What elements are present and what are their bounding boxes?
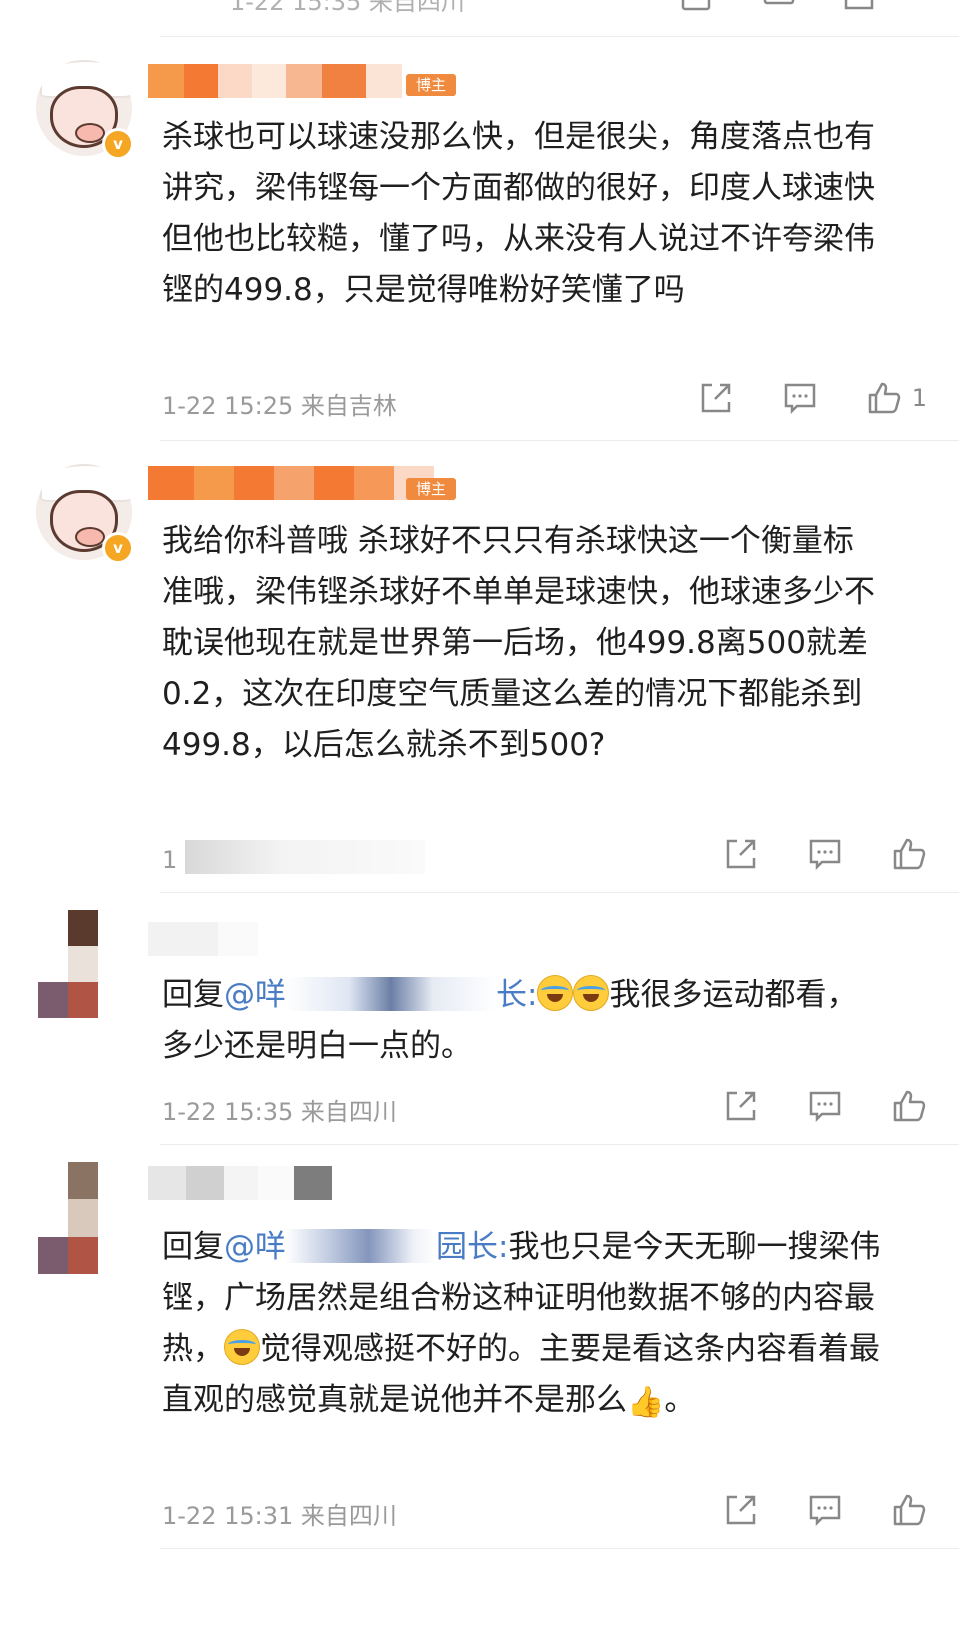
comment-button[interactable] [807, 1492, 843, 1528]
top-action-bar [0, 0, 959, 14]
share-button[interactable] [723, 1088, 759, 1124]
comment-actions: 1 [698, 380, 927, 416]
like-icon [893, 1090, 926, 1122]
like-icon [893, 1494, 926, 1526]
share-button[interactable] [723, 836, 759, 872]
comment-button[interactable] [807, 836, 843, 872]
like-count: 1 [911, 384, 927, 412]
thumbs-up-emoji: 👍 [627, 1385, 665, 1420]
comment-time: 1 [162, 846, 178, 874]
comment-icon [809, 839, 841, 871]
verified-icon: v [102, 532, 134, 564]
like-button[interactable] [891, 836, 927, 872]
comment-time: 1-22 15:31 [162, 1502, 294, 1530]
like-icon [893, 838, 926, 870]
reply-text: 。 [664, 1382, 696, 1418]
comment-icon [784, 383, 815, 415]
share-icon [726, 1091, 756, 1121]
comment-meta: 1-22 15:35 来自四川 [162, 1092, 397, 1127]
share-button[interactable] [698, 380, 734, 416]
divider [160, 892, 959, 893]
avatar[interactable] [38, 1162, 128, 1274]
like-icon [868, 382, 900, 414]
comment-actions [723, 1492, 927, 1528]
comment-time: 1-22 15:35 [162, 1098, 294, 1126]
mention-blurred [286, 977, 496, 1011]
share-icon[interactable] [680, 0, 714, 12]
meta-blurred [184, 840, 425, 874]
comment-time: 1-22 15:25 [162, 392, 294, 420]
laugh-cry-emoji [573, 975, 610, 1011]
comment-button[interactable] [807, 1088, 843, 1124]
comment-text: 回复@咩 园长:我也只是今天无聊一搜梁伟铿，广场居然是组合粉这种证明他数据不够的内… [162, 1222, 882, 1428]
divider [160, 1144, 959, 1145]
share-button[interactable] [723, 1492, 759, 1528]
share-icon [726, 839, 756, 869]
comment-location: 来自四川 [300, 1098, 397, 1126]
comment-meta: 1-22 15:31 来自四川 [162, 1496, 397, 1531]
like-button[interactable] [891, 1088, 927, 1124]
comment-location: 来自吉林 [300, 392, 397, 420]
username-blurred[interactable] [148, 64, 402, 98]
comment-icon [809, 1495, 841, 1527]
laugh-cry-emoji [224, 1329, 260, 1365]
comment-icon [809, 1091, 841, 1123]
share-icon [701, 383, 730, 413]
comment-actions [723, 836, 927, 872]
mention-blurred [286, 1229, 436, 1263]
divider [160, 1548, 959, 1549]
comment-meta: 1 [162, 840, 425, 874]
avatar[interactable] [38, 910, 128, 1018]
share-icon [726, 1495, 756, 1525]
reply-prefix: 回复 [162, 1229, 224, 1265]
verified-icon: v [102, 128, 134, 160]
username-blurred[interactable] [148, 922, 258, 956]
divider [160, 440, 959, 441]
like-icon[interactable] [842, 0, 876, 12]
username-blurred[interactable] [148, 1166, 332, 1200]
comment-icon[interactable] [762, 0, 796, 12]
blogger-badge: 博主 [406, 478, 457, 500]
blogger-badge: 博主 [406, 74, 457, 96]
like-button[interactable] [891, 1492, 927, 1528]
divider [160, 36, 959, 37]
username-blurred[interactable] [148, 466, 434, 500]
comment-text: 我给你科普哦 杀球好不只只有杀球快这一个衡量标准哦，梁伟铿杀球好不单单是球速快，… [162, 523, 875, 763]
comment-text: 回复@咩 长: 我很多运动都看，多少还是明白一点的。 [162, 970, 882, 1072]
comment-actions [723, 1088, 927, 1124]
comment-text: 杀球也可以球速没那么快，但是很尖，角度落点也有讲究，梁伟铿每一个方面都做的很好，… [162, 119, 875, 308]
comment-meta: 1-22 15:25 来自吉林 [162, 386, 397, 421]
reply-prefix: 回复 [162, 977, 224, 1013]
reply-text: 觉得观感挺不好的。主要是看这条内容看着最直观的感觉真就是说他并不是那么 [162, 1331, 880, 1418]
like-button[interactable]: 1 [866, 380, 927, 416]
mention-link[interactable]: @咩 园长: [224, 1229, 508, 1265]
comment-location: 来自四川 [300, 1502, 397, 1530]
laugh-cry-emoji [537, 975, 574, 1011]
comment-button[interactable] [782, 380, 818, 416]
mention-link[interactable]: @咩 长: [224, 977, 537, 1013]
